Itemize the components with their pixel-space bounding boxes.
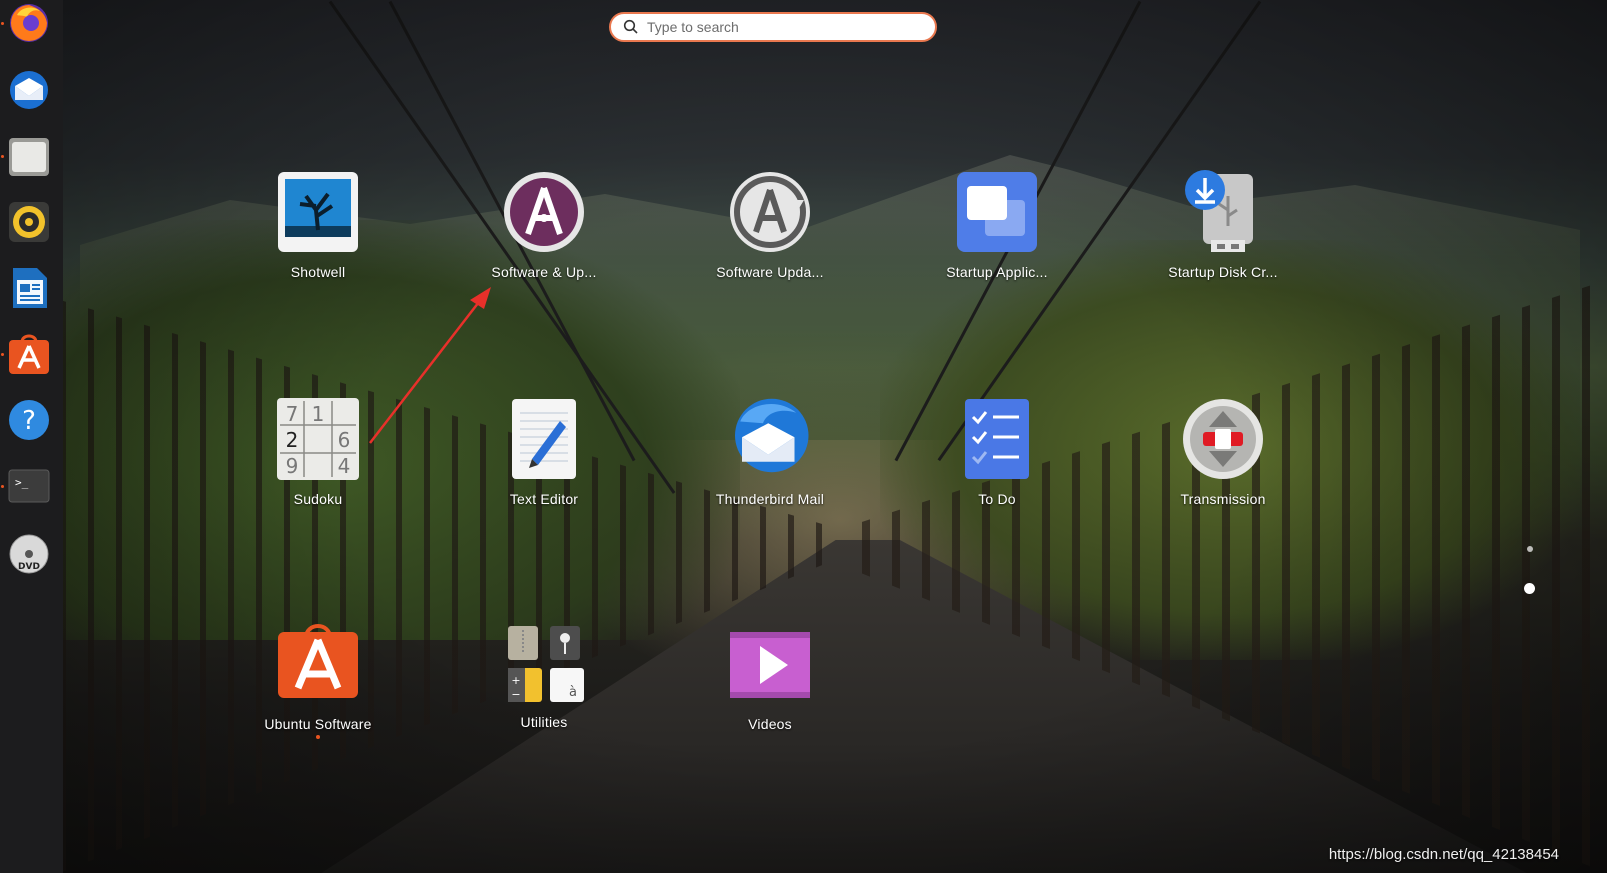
app-label: Ubuntu Software [264, 716, 372, 732]
running-indicator [1, 353, 4, 356]
sudoku-digit: 9 [286, 454, 299, 478]
dock-item-files[interactable] [6, 133, 52, 179]
app-software-and-updates[interactable]: Software & Up... [464, 170, 624, 280]
terminal-icon: >_ [8, 469, 50, 503]
rhythmbox-icon [9, 202, 49, 242]
startup-disk-creator-icon [1181, 170, 1265, 254]
watermark: https://blog.csdn.net/qq_42138454 [1328, 846, 1559, 863]
dock-item-terminal[interactable]: >_ [6, 463, 52, 509]
app-label: Startup Disk Cr... [1168, 264, 1278, 280]
sudoku-digit: 2 [286, 428, 299, 452]
svg-text:+: + [511, 674, 520, 687]
dock-item-thunderbird[interactable] [6, 67, 52, 113]
svg-text:DVD: DVD [18, 562, 40, 572]
running-indicator [1, 485, 4, 488]
app-startup-applications[interactable]: Startup Applic... [917, 170, 1077, 280]
dock: ? >_ DVD [0, 0, 63, 873]
app-videos[interactable]: Videos [690, 622, 850, 732]
app-label: Software Upda... [716, 264, 824, 280]
firefox-icon [10, 4, 48, 42]
app-label: Shotwell [290, 264, 346, 280]
app-thunderbird-mail[interactable]: Thunderbird Mail [690, 397, 850, 507]
app-ubuntu-software[interactable]: Ubuntu Software [238, 622, 398, 739]
app-label: Sudoku [293, 491, 343, 507]
search-icon [623, 19, 638, 34]
dock-item-help[interactable]: ? [6, 397, 52, 443]
app-label: To Do [978, 491, 1016, 507]
transmission-icon [1181, 397, 1265, 481]
thunderbird-icon [728, 397, 812, 481]
page-indicator-1[interactable] [1527, 546, 1533, 552]
dock-item-ubuntu-software[interactable] [6, 331, 52, 377]
utilities-folder-icon: + − à [502, 622, 586, 706]
text-editor-icon [502, 397, 586, 481]
app-label: Software & Up... [491, 264, 597, 280]
sudoku-digit: 4 [338, 454, 351, 478]
app-sudoku[interactable]: 7 1 2 6 9 4 Sudoku [238, 397, 398, 507]
todo-icon [955, 397, 1039, 481]
app-label: Text Editor [509, 491, 579, 507]
app-to-do[interactable]: To Do [917, 397, 1077, 507]
sudoku-digit: 1 [312, 402, 325, 426]
page-indicator-2-active[interactable] [1524, 583, 1535, 594]
videos-icon [728, 622, 812, 706]
app-shotwell[interactable]: Shotwell [238, 170, 398, 280]
shotwell-icon [276, 170, 360, 254]
ubuntu-software-icon [9, 334, 49, 374]
dock-item-firefox[interactable] [6, 0, 52, 46]
search-input[interactable] [647, 16, 917, 38]
dock-item-rhythmbox[interactable] [6, 199, 52, 245]
software-updater-icon [728, 170, 812, 254]
app-label: Transmission [1180, 491, 1266, 507]
help-icon: ? [9, 400, 49, 440]
thunderbird-icon [10, 71, 48, 109]
running-indicator [1, 155, 4, 158]
app-software-updater[interactable]: Software Upda... [690, 170, 850, 280]
app-startup-disk-creator[interactable]: Startup Disk Cr... [1143, 170, 1303, 280]
sudoku-icon: 7 1 2 6 9 4 [276, 397, 360, 481]
dock-item-libreoffice-writer[interactable] [6, 265, 52, 311]
dvd-icon: DVD [9, 534, 49, 574]
search-bar[interactable] [609, 12, 937, 42]
svg-text:−: − [511, 688, 520, 701]
sudoku-digit: 6 [338, 428, 351, 452]
app-label: Startup Applic... [946, 264, 1048, 280]
character-map-glyph: à [569, 685, 577, 700]
files-icon [9, 138, 49, 176]
app-folder-utilities[interactable]: + − à Utilities [464, 622, 624, 730]
startup-applications-icon [955, 170, 1039, 254]
sudoku-digit: 7 [286, 402, 299, 426]
libreoffice-writer-icon [13, 268, 47, 308]
svg-text:>_: >_ [15, 476, 29, 489]
app-transmission[interactable]: Transmission [1143, 397, 1303, 507]
running-indicator [316, 735, 320, 739]
dock-item-dvd[interactable]: DVD [6, 531, 52, 577]
ubuntu-software-icon [276, 622, 360, 706]
software-properties-icon [502, 170, 586, 254]
app-label: Videos [748, 716, 792, 732]
svg-text:?: ? [22, 406, 36, 436]
app-label: Utilities [520, 714, 568, 730]
app-text-editor[interactable]: Text Editor [464, 397, 624, 507]
app-label: Thunderbird Mail [715, 491, 825, 507]
running-indicator [1, 22, 4, 25]
